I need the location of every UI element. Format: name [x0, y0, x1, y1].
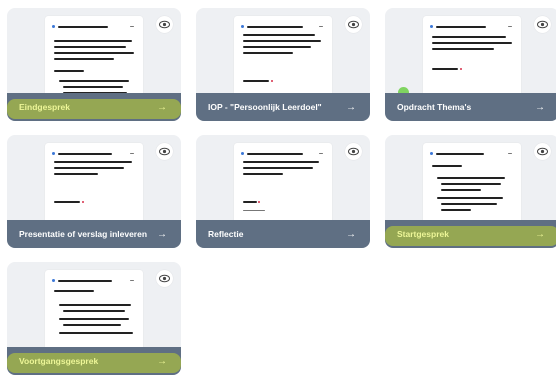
- preview-eye-icon[interactable]: [534, 143, 551, 160]
- card-footer[interactable]: IOP - "Persoonlijk Leerdoel" →: [196, 93, 370, 121]
- card-reflectie[interactable]: Reflectie →: [196, 135, 370, 248]
- card-iop-persoonlijk-leerdoel[interactable]: IOP - "Persoonlijk Leerdoel" →: [196, 8, 370, 121]
- card-footer[interactable]: Opdracht Thema's →: [385, 93, 556, 121]
- card-footer[interactable]: Voortgangsgesprek →: [7, 347, 181, 375]
- preview-eye-icon[interactable]: [156, 16, 173, 33]
- arrow-right-icon: →: [157, 101, 167, 113]
- arrow-right-icon: →: [346, 101, 356, 113]
- arrow-right-icon: →: [535, 101, 545, 113]
- card-title: Presentatie of verslag inleveren: [19, 229, 148, 239]
- card-footer[interactable]: Eindgesprek →: [7, 93, 181, 121]
- arrow-right-icon: →: [157, 228, 167, 240]
- arrow-right-icon: →: [346, 228, 356, 240]
- card-voortgangsgesprek[interactable]: Voortgangsgesprek →: [7, 262, 181, 375]
- card-startgesprek[interactable]: Startgesprek →: [385, 135, 556, 248]
- card-title: Eindgesprek: [19, 102, 71, 112]
- preview-eye-icon[interactable]: [156, 270, 173, 287]
- card-footer[interactable]: Startgesprek →: [385, 220, 556, 248]
- card-eindgesprek[interactable]: Eindgesprek →: [7, 8, 181, 121]
- card-footer[interactable]: Presentatie of verslag inleveren →: [7, 220, 181, 248]
- arrow-right-icon: →: [535, 228, 545, 240]
- preview-eye-icon[interactable]: [156, 143, 173, 160]
- preview-eye-icon[interactable]: [345, 143, 362, 160]
- preview-eye-icon[interactable]: [534, 16, 551, 33]
- card-title: Voortgangsgesprek: [19, 356, 99, 366]
- card-footer[interactable]: Reflectie →: [196, 220, 370, 248]
- card-presentatie-of-verslag-inleveren[interactable]: Presentatie of verslag inleveren →: [7, 135, 181, 248]
- card-title: Opdracht Thema's: [397, 102, 472, 112]
- card-title: Reflectie: [208, 229, 244, 239]
- preview-eye-icon[interactable]: [345, 16, 362, 33]
- card-title: IOP - "Persoonlijk Leerdoel": [208, 102, 322, 112]
- card-title: Startgesprek: [397, 229, 449, 239]
- card-opdracht-themas[interactable]: Opdracht Thema's →: [385, 8, 556, 121]
- arrow-right-icon: →: [157, 355, 167, 367]
